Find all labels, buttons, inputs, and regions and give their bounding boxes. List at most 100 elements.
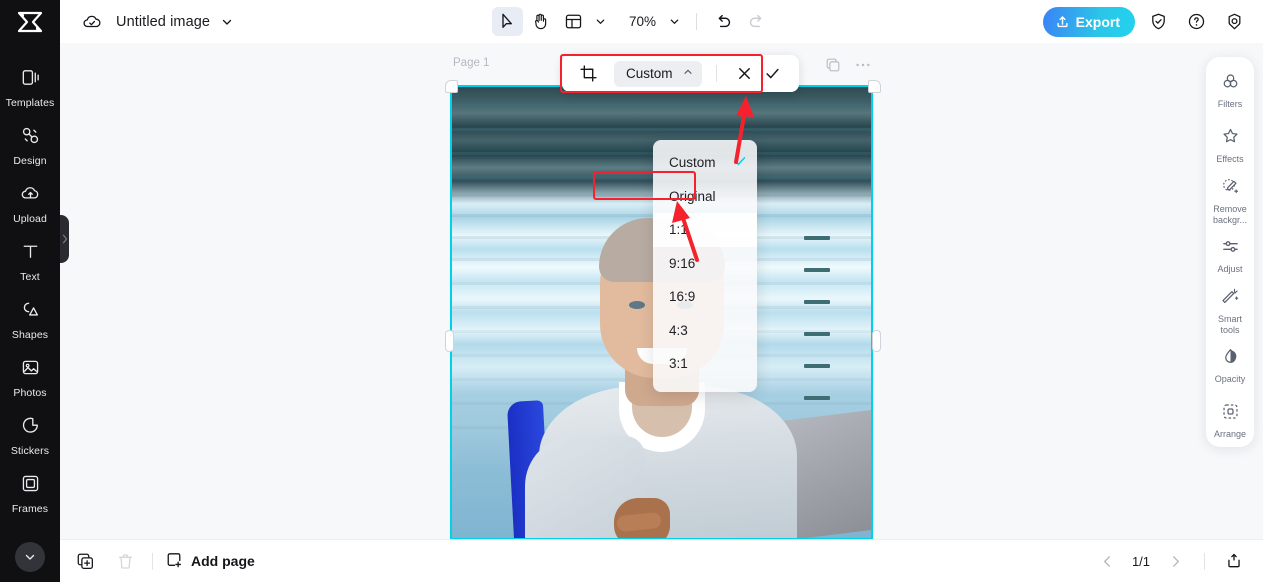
photos-icon (20, 357, 41, 383)
bottom-toolbar-divider (152, 552, 153, 570)
shapes-icon (20, 299, 41, 325)
sidebar-label-photos: Photos (13, 387, 47, 399)
crop-cancel-button[interactable] (731, 60, 759, 88)
chevron-up-icon (682, 65, 694, 83)
ratio-option-9-16[interactable]: 9:16 (653, 247, 757, 281)
ratio-option-1-1-label: 1:1 (669, 222, 688, 238)
ratio-option-original[interactable]: Original (653, 180, 757, 214)
resize-handle-middle-left[interactable] (445, 330, 454, 352)
ratio-option-custom[interactable]: Custom (653, 146, 757, 180)
remove-background-icon (1221, 177, 1240, 201)
next-page-button[interactable] (1162, 548, 1188, 574)
sidebar-label-templates: Templates (5, 97, 55, 109)
text-icon (20, 241, 41, 267)
crop-icon[interactable] (574, 60, 602, 88)
sidebar-item-photos[interactable]: Photos (0, 349, 60, 407)
crop-confirm-button[interactable] (759, 60, 787, 88)
settings-icon[interactable] (1219, 7, 1249, 37)
panel-item-adjust[interactable]: Adjust (1206, 232, 1254, 280)
panel-item-opacity[interactable]: Opacity (1206, 342, 1254, 390)
layout-tool[interactable] (558, 7, 589, 36)
page-nav-divider (1204, 552, 1205, 570)
shield-check-icon[interactable] (1143, 7, 1173, 37)
sidebar-label-design: Design (13, 155, 47, 167)
ratio-option-original-label: Original (669, 188, 716, 204)
duplicate-page-button[interactable] (70, 546, 100, 576)
ratio-option-3-1[interactable]: 3:1 (653, 347, 757, 381)
document-menu-chevron-down-icon[interactable] (220, 15, 234, 29)
hand-tool[interactable] (525, 7, 556, 36)
sidebar-item-stickers[interactable]: Stickers (0, 407, 60, 465)
effects-icon (1221, 127, 1240, 151)
redo-button[interactable] (741, 7, 772, 36)
sidebar-expand-handle[interactable] (60, 215, 69, 263)
panel-item-smart-tools[interactable]: Smart tools (1206, 287, 1254, 335)
sidebar-item-text[interactable]: Text (0, 233, 60, 291)
select-tool[interactable] (491, 7, 523, 36)
sidebar-label-stickers: Stickers (10, 445, 50, 457)
page-counter: 1/1 (1131, 553, 1151, 569)
resize-handle-top-left[interactable] (445, 80, 458, 93)
layout-chevron-down-icon[interactable] (591, 8, 611, 36)
panel-item-arrange[interactable]: Arrange (1206, 397, 1254, 445)
canvas-area[interactable]: Page 1 Custom Original 1:1 9:16 16:9 4:3… (60, 43, 1263, 539)
panel-label-effects: Effects (1216, 154, 1244, 165)
zoom-level-value[interactable]: 70% (623, 14, 663, 29)
sidebar-item-frames[interactable]: Frames (0, 465, 60, 523)
filters-icon (1221, 72, 1240, 96)
zoom-chevron-down-icon[interactable] (665, 8, 685, 36)
add-page-button[interactable]: Add page (165, 551, 255, 572)
panel-item-filters[interactable]: Filters (1206, 67, 1254, 115)
crop-toolbar-divider (715, 65, 717, 82)
panel-item-remove-background[interactable]: Remove backgr... (1206, 177, 1254, 225)
resize-handle-middle-right[interactable] (872, 330, 881, 352)
duplicate-icon[interactable] (825, 57, 841, 73)
ratio-option-9-16-label: 9:16 (669, 255, 696, 271)
prev-page-button[interactable] (1094, 548, 1120, 574)
ratio-option-1-1[interactable]: 1:1 (653, 213, 757, 247)
document-title[interactable]: Untitled image (116, 14, 210, 30)
export-button[interactable]: Export (1042, 6, 1135, 37)
panel-label-smart-tools: Smart tools (1217, 314, 1242, 335)
sidebar-label-frames: Frames (11, 503, 49, 515)
crop-toolbar: Custom (562, 55, 799, 92)
ratio-option-4-3-label: 4:3 (669, 322, 688, 338)
delete-page-button[interactable] (110, 546, 140, 576)
aspect-ratio-selector[interactable]: Custom (614, 60, 702, 87)
export-tray-icon[interactable] (1221, 548, 1247, 574)
help-circle-icon[interactable] (1181, 7, 1211, 37)
ratio-option-custom-label: Custom (669, 155, 716, 171)
sidebar-item-upload[interactable]: Upload (0, 175, 60, 233)
aspect-ratio-dropdown-menu[interactable]: Custom Original 1:1 9:16 16:9 4:3 3:1 (653, 140, 757, 392)
top-right-group: Export (1042, 0, 1249, 43)
center-tool-group: 70% (491, 0, 772, 43)
sidebar-collapse-chevron-down-icon[interactable] (15, 542, 45, 572)
aspect-ratio-value: Custom (626, 66, 673, 81)
resize-handle-top-right[interactable] (868, 80, 881, 93)
ratio-option-16-9-label: 16:9 (669, 289, 696, 305)
sidebar-item-design[interactable]: Design (0, 117, 60, 175)
check-icon (733, 154, 747, 171)
sidebar-label-upload: Upload (13, 213, 47, 225)
capcut-logo[interactable] (0, 0, 60, 43)
sidebar-label-text: Text (20, 271, 40, 283)
more-horizontal-icon[interactable] (855, 62, 871, 68)
adjust-sliders-icon (1221, 237, 1240, 261)
panel-label-opacity: Opacity (1214, 374, 1246, 385)
panel-label-remove-background: Remove backgr... (1212, 204, 1248, 225)
stickers-icon (20, 415, 41, 441)
add-page-label: Add page (191, 553, 255, 569)
bottom-toolbar: Add page 1/1 (60, 539, 1263, 582)
upload-cloud-icon (20, 183, 41, 209)
sidebar-item-shapes[interactable]: Shapes (0, 291, 60, 349)
cloud-save-icon (82, 12, 102, 32)
top-toolbar: Untitled image 70% Export (0, 0, 1263, 43)
ratio-option-4-3[interactable]: 4:3 (653, 314, 757, 348)
sidebar-item-templates[interactable]: Templates (0, 59, 60, 117)
capcut-image-editor: Untitled image 70% Export Templates Desi… (0, 0, 1263, 582)
ratio-option-16-9[interactable]: 16:9 (653, 280, 757, 314)
undo-button[interactable] (708, 7, 739, 36)
page-label: Page 1 (453, 57, 490, 69)
opacity-drop-icon (1221, 347, 1240, 371)
panel-item-effects[interactable]: Effects (1206, 122, 1254, 170)
